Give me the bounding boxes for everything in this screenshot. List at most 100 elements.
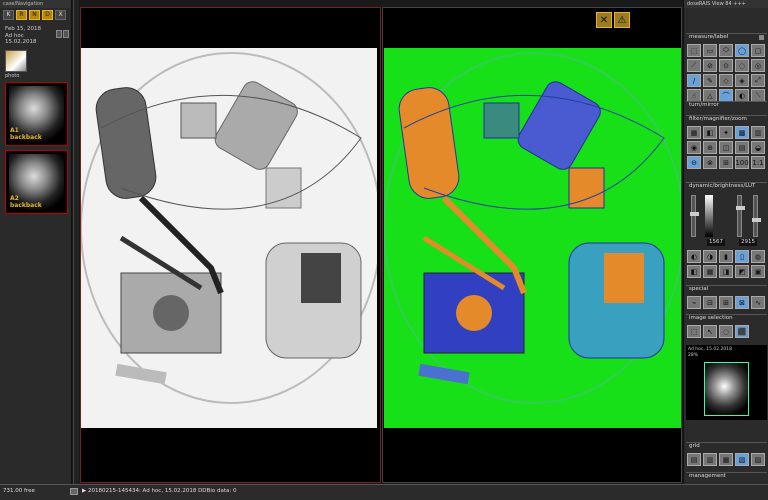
- overview-info: Ad hoc, 15.02.2018 28%: [688, 347, 732, 358]
- viewer-pane-grayscale[interactable]: [80, 7, 381, 483]
- measure-tool-button-6[interactable]: ⟋: [687, 59, 701, 72]
- filter-tool-button-11[interactable]: ⊖: [687, 156, 701, 169]
- pin-icon[interactable]: [759, 35, 764, 40]
- measure-tool-button-10[interactable]: ◎: [751, 59, 765, 72]
- section-grid[interactable]: grid: [686, 442, 767, 449]
- measure-tool-button-12[interactable]: ✎: [703, 74, 717, 87]
- brightness-controls: 1567 2915: [687, 195, 765, 246]
- dynamic-tool-button-10[interactable]: ▣: [751, 265, 765, 278]
- slider-knob[interactable]: [736, 206, 745, 210]
- filter-tool-button-5[interactable]: ▥: [751, 126, 765, 139]
- grid-tool-button-5[interactable]: ▨: [751, 453, 765, 466]
- measure-tool-button-15[interactable]: ⤢: [751, 74, 765, 87]
- dynamic-tool-button-8[interactable]: ◨: [719, 265, 733, 278]
- selection-tool-button-2[interactable]: ↖: [703, 325, 717, 338]
- image-viewer: ✕ ⚠: [80, 7, 682, 483]
- section-management[interactable]: management: [686, 472, 767, 479]
- selection-tool-button-3[interactable]: ◌: [719, 325, 733, 338]
- filter-tool-button-14[interactable]: 100: [735, 156, 749, 169]
- case-date: Feb 15, 2018: [5, 26, 41, 32]
- grid-tool-button-4[interactable]: ▧: [735, 453, 749, 466]
- measure-tool-button-5[interactable]: ▢: [751, 44, 765, 57]
- scan-thumbnail-a2[interactable]: A2 backback: [5, 150, 68, 214]
- filter-tool-button-3[interactable]: ✦: [719, 126, 733, 139]
- case-tool-1[interactable]: [56, 30, 62, 38]
- left-scrollbar[interactable]: [73, 0, 79, 484]
- filter-tool-button-10[interactable]: ◒: [751, 141, 765, 154]
- grid-tools: ▤ ▥ ▦ ▧ ▨: [687, 453, 765, 466]
- grid-tool-button-2[interactable]: ▥: [703, 453, 717, 466]
- selection-tool-button-1[interactable]: ⬚: [687, 325, 701, 338]
- section-turn-mirror[interactable]: turn/mirror: [686, 101, 767, 108]
- dynamic-tool-button-1[interactable]: ◐: [687, 250, 701, 263]
- special-tool-button-1[interactable]: ⌁: [687, 296, 701, 309]
- nav-button-bar: K R N D X: [0, 8, 71, 22]
- section-image-selection[interactable]: image selection: [686, 314, 767, 321]
- nav-button-x[interactable]: X: [55, 10, 66, 20]
- threat-warning-area: ✕ ⚠: [596, 12, 630, 28]
- measure-tool-button-9[interactable]: ◌: [735, 59, 749, 72]
- dynamic-tool-button-5[interactable]: ◍: [751, 250, 765, 263]
- measure-tool-button-14[interactable]: ◈: [735, 74, 749, 87]
- special-tool-button-5[interactable]: ∿: [751, 296, 765, 309]
- photo-thumbnail[interactable]: [5, 50, 27, 72]
- xray-image-false-color[interactable]: [384, 48, 681, 428]
- selection-tool-button-4[interactable]: ⬛: [735, 325, 749, 338]
- filter-tool-button-6[interactable]: ◉: [687, 141, 701, 154]
- dynamic-tool-button-4[interactable]: ▯: [735, 250, 749, 263]
- grid-tool-button-3[interactable]: ▦: [719, 453, 733, 466]
- dynamic-tool-button-3[interactable]: ▮: [719, 250, 733, 263]
- filter-tool-button-2[interactable]: ◧: [703, 126, 717, 139]
- filter-tool-button-4[interactable]: ▩: [735, 126, 749, 139]
- section-special[interactable]: special: [686, 285, 767, 292]
- overview-image[interactable]: [704, 362, 749, 416]
- xray-image-grayscale[interactable]: [81, 48, 377, 428]
- measure-tool-button-4[interactable]: ◯: [735, 44, 749, 57]
- dynamic-tool-button-6[interactable]: ◧: [687, 265, 701, 278]
- section-label: management: [689, 473, 726, 479]
- measure-tool-button-13[interactable]: ◇: [719, 74, 733, 87]
- dynamic-tool-button-7[interactable]: ▦: [703, 265, 717, 278]
- nav-button-d[interactable]: D: [42, 10, 53, 20]
- measure-tool-button-3[interactable]: ⬭: [719, 44, 733, 57]
- filter-tool-button-9[interactable]: ▤: [735, 141, 749, 154]
- measure-tool-button-11[interactable]: /: [687, 74, 701, 87]
- grid-tool-button-1[interactable]: ▤: [687, 453, 701, 466]
- measure-tool-button-8[interactable]: ⊙: [719, 59, 733, 72]
- gamma-slider[interactable]: [752, 195, 761, 237]
- filter-tool-button-1[interactable]: ▦: [687, 126, 701, 139]
- special-tool-button-4[interactable]: ⊠: [735, 296, 749, 309]
- measure-tool-button-1[interactable]: ⬚: [687, 44, 701, 57]
- overview-navigator[interactable]: Ad hoc, 15.02.2018 28%: [686, 345, 767, 420]
- filter-tool-button-8[interactable]: ◫: [719, 141, 733, 154]
- max-slider[interactable]: [736, 195, 745, 237]
- dynamic-tool-button-2[interactable]: ◑: [703, 250, 717, 263]
- status-toggle-icon[interactable]: [70, 488, 78, 495]
- measure-tool-button-7[interactable]: ⊘: [703, 59, 717, 72]
- case-tool-2[interactable]: [63, 30, 69, 38]
- section-dynamic-brightness-lut[interactable]: dynamic/brightness/LUT: [686, 182, 767, 189]
- x2-warning-icon[interactable]: ✕: [596, 12, 612, 28]
- scan-thumbnail-a1[interactable]: A1 backback: [5, 82, 68, 146]
- nav-button-r[interactable]: R: [16, 10, 27, 20]
- slider-knob[interactable]: [752, 218, 761, 222]
- viewer-pane-false-color[interactable]: [382, 7, 682, 483]
- photo-label: photo: [5, 73, 20, 79]
- special-tool-button-3[interactable]: ⊞: [719, 296, 733, 309]
- dynamic-tool-button-9[interactable]: ◩: [735, 265, 749, 278]
- nav-button-n[interactable]: N: [29, 10, 40, 20]
- slider-knob[interactable]: [690, 212, 699, 216]
- filter-tool-button-13[interactable]: ⊞: [719, 156, 733, 169]
- filter-tool-button-12[interactable]: ⊗: [703, 156, 717, 169]
- max-value[interactable]: 2915: [739, 239, 757, 246]
- min-value[interactable]: 1567: [707, 239, 725, 246]
- section-measure-label[interactable]: measure/label: [686, 33, 767, 40]
- nav-button-k[interactable]: K: [3, 10, 14, 20]
- filter-tool-button-15[interactable]: 1:1: [751, 156, 765, 169]
- measure-tool-button-2[interactable]: ▭: [703, 44, 717, 57]
- special-tool-button-2[interactable]: ⊟: [703, 296, 717, 309]
- section-filter-magnifier-zoom[interactable]: filter/magnifier/zoom: [686, 115, 767, 122]
- alert-triangle-icon[interactable]: ⚠: [614, 12, 630, 28]
- min-slider[interactable]: [690, 195, 699, 237]
- filter-tool-button-7[interactable]: ⊕: [703, 141, 717, 154]
